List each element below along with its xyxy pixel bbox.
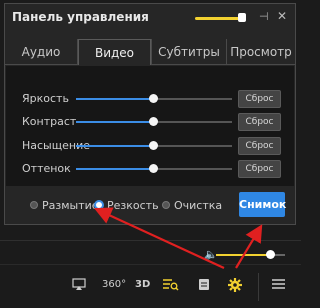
volume-slider-thumb[interactable] (266, 250, 275, 259)
enhance-mode-bar: Размытие Резкость Очистка Снимок (6, 186, 294, 224)
playlist-search-icon[interactable] (163, 278, 179, 294)
menu-icon[interactable] (272, 278, 285, 293)
volume-slider[interactable] (216, 254, 271, 256)
panel-title: Панель управления (12, 10, 149, 24)
brightness-row: Яркость Сброс (6, 89, 294, 109)
saturation-slider-thumb[interactable] (149, 141, 158, 150)
saturation-row: Насыщение Сброс (6, 136, 294, 156)
saturation-slider-rest[interactable] (156, 145, 232, 147)
video-adjustments: Яркость Сброс Контраст Сброс Насыщение С… (6, 66, 294, 186)
radio-blur-dot[interactable] (30, 201, 38, 209)
brightness-slider-thumb[interactable] (149, 94, 158, 103)
close-icon[interactable]: ✕ (277, 9, 287, 23)
seek-divider (0, 240, 301, 241)
snapshot-button[interactable]: Снимок (239, 192, 286, 217)
hue-row: Оттенок Сброс (6, 159, 294, 179)
360-icon[interactable]: 360° (102, 278, 126, 292)
toolbar-separator (258, 273, 259, 301)
contrast-slider-rest[interactable] (156, 121, 232, 123)
panel-tabs: Аудио Видео Субтитры Просмотр (5, 39, 295, 65)
brightness-reset-button[interactable]: Сброс (238, 90, 281, 108)
bottom-toolbar: 360° 3D (0, 264, 301, 308)
arrow-to-snapshot (235, 224, 263, 269)
contrast-slider[interactable] (76, 121, 156, 123)
hue-slider-thumb[interactable] (149, 164, 158, 173)
subtitle-icon[interactable] (198, 278, 210, 294)
contrast-label: Контраст (22, 115, 77, 128)
pin-icon[interactable]: ⊣ (259, 10, 269, 23)
radio-denoise-label[interactable]: Очистка (174, 199, 222, 212)
brightness-slider-rest[interactable] (156, 98, 232, 100)
hue-slider[interactable] (76, 168, 156, 170)
contrast-row: Контраст Сброс (6, 112, 294, 132)
hue-label: Оттенок (22, 162, 71, 175)
opacity-slider-thumb[interactable] (238, 13, 246, 22)
hue-reset-button[interactable]: Сброс (238, 160, 281, 178)
saturation-reset-button[interactable]: Сброс (238, 137, 281, 155)
contrast-slider-thumb[interactable] (149, 117, 158, 126)
settings-gear-icon[interactable] (228, 278, 242, 295)
brightness-slider[interactable] (76, 98, 156, 100)
radio-sharpen-dot[interactable] (94, 200, 104, 210)
saturation-slider[interactable] (76, 145, 156, 147)
3d-icon[interactable]: 3D (135, 278, 150, 292)
contrast-reset-button[interactable]: Сброс (238, 113, 281, 131)
tab-audio[interactable]: Аудио (5, 39, 78, 65)
brightness-label: Яркость (22, 92, 69, 105)
radio-sharpen-label[interactable]: Резкость (107, 199, 159, 212)
tab-video[interactable]: Видео (78, 39, 151, 65)
radio-blur-label[interactable]: Размытие (42, 199, 99, 212)
opacity-slider[interactable] (195, 17, 243, 20)
hue-slider-rest[interactable] (156, 168, 232, 170)
airplay-icon[interactable] (72, 278, 86, 294)
tab-view[interactable]: Просмотр (227, 39, 295, 65)
control-panel: Панель управления ⊣ ✕ Аудио Видео Субтит… (4, 3, 296, 225)
tab-subtitles[interactable]: Субтитры (151, 39, 227, 65)
panel-titlebar[interactable]: Панель управления ⊣ ✕ (5, 4, 295, 32)
radio-denoise-dot[interactable] (162, 201, 170, 209)
